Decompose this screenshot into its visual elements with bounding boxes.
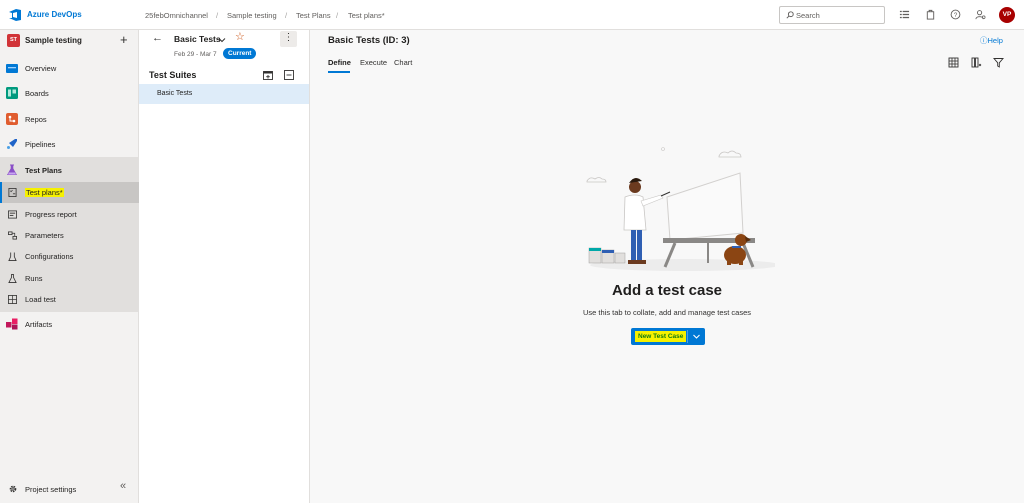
suite-label: Basic Tests bbox=[157, 90, 193, 97]
main-content: Basic Tests (ID: 3) ⓘHelp Define Execute… bbox=[310, 30, 1024, 503]
parameters-icon bbox=[8, 231, 17, 240]
project-badge: ST bbox=[7, 34, 20, 47]
test-suites-title: Test Suites bbox=[149, 70, 197, 80]
empty-state-title: Add a test case bbox=[611, 282, 723, 299]
breadcrumb-project[interactable]: Sample testing bbox=[227, 11, 277, 20]
tab-chart[interactable]: Chart bbox=[394, 58, 412, 67]
sidebar-item-label: Boards bbox=[25, 89, 49, 98]
sidebar-item-artifacts[interactable]: Artifacts bbox=[0, 314, 139, 335]
sidebar-item-label: Test Plans bbox=[25, 166, 62, 175]
user-settings-icon[interactable] bbox=[975, 9, 986, 20]
runs-icon bbox=[8, 274, 17, 283]
collapse-all-icon[interactable] bbox=[284, 70, 294, 80]
tab-execute[interactable]: Execute bbox=[360, 58, 387, 67]
project-settings-label: Project settings bbox=[25, 485, 77, 494]
active-tab-indicator bbox=[328, 71, 350, 73]
sidebar-item-boards[interactable]: Boards bbox=[0, 83, 139, 104]
test-plan-name[interactable]: Basic Tests bbox=[174, 34, 221, 44]
sidebar-item-pipelines[interactable]: Pipelines bbox=[0, 134, 139, 155]
breadcrumb-separator: / bbox=[336, 11, 339, 20]
button-divider bbox=[687, 330, 688, 343]
project-settings-row[interactable]: Project settings « bbox=[0, 477, 139, 503]
breadcrumb-test-plans[interactable]: Test Plans bbox=[296, 11, 331, 20]
collapse-sidebar-icon[interactable]: « bbox=[120, 480, 126, 492]
breadcrumb-separator: / bbox=[216, 11, 219, 20]
add-icon[interactable]: + bbox=[120, 32, 128, 47]
search-icon bbox=[786, 11, 794, 19]
test-suites-panel: ← Basic Tests ☆ ⋮ Feb 29 - Mar 7 Current… bbox=[139, 30, 310, 503]
more-actions-button[interactable]: ⋮ bbox=[280, 31, 297, 47]
azure-devops-logo-icon[interactable] bbox=[8, 8, 22, 22]
highlighted-label: Test plans* bbox=[25, 188, 64, 197]
breadcrumb-organization[interactable]: 25febOmnichannel bbox=[145, 11, 208, 20]
sidebar-item-label: Load test bbox=[25, 295, 56, 304]
sidebar-item-label: Progress report bbox=[25, 210, 77, 219]
empty-state-description: Use this tab to collate, add and manage … bbox=[582, 308, 752, 317]
user-avatar[interactable]: VP bbox=[999, 7, 1015, 23]
sidebar-item-configurations[interactable]: Configurations bbox=[0, 246, 139, 267]
gear-icon bbox=[9, 485, 17, 493]
sidebar-item-label: Runs bbox=[25, 274, 43, 283]
test-plans-list-icon bbox=[8, 188, 17, 197]
sidebar-item-label: Artifacts bbox=[25, 320, 53, 329]
search-box[interactable]: Search bbox=[779, 6, 885, 24]
page-title: Basic Tests (ID: 3) bbox=[328, 35, 410, 46]
breadcrumb-current[interactable]: Test plans* bbox=[348, 11, 385, 20]
help-label: Help bbox=[987, 36, 1003, 45]
new-suite-icon[interactable] bbox=[263, 70, 273, 80]
pipelines-icon bbox=[7, 139, 17, 149]
plan-dates: Feb 29 - Mar 7 bbox=[174, 51, 217, 58]
sidebar-item-repos[interactable]: Repos bbox=[0, 109, 139, 130]
back-arrow-icon[interactable]: ← bbox=[152, 32, 163, 44]
sidebar-group-test-plans: Test Plans Test plans* Progress report P… bbox=[0, 157, 139, 312]
help-circle-icon: ⓘ bbox=[980, 36, 988, 45]
sidebar-item-label: Test plans* bbox=[25, 188, 64, 197]
sidebar-item-label: Pipelines bbox=[25, 140, 56, 149]
brand-name[interactable]: Azure DevOps bbox=[27, 10, 82, 19]
iteration-status-badge: Current bbox=[223, 48, 257, 59]
load-test-icon bbox=[8, 295, 17, 304]
favorite-star-icon[interactable]: ☆ bbox=[235, 30, 245, 43]
chevron-down-icon[interactable] bbox=[692, 332, 701, 341]
sidebar-item-label: Overview bbox=[25, 64, 57, 73]
configurations-icon bbox=[8, 252, 17, 261]
sidebar: ST Sample testing + Overview Boards Repo… bbox=[0, 30, 139, 503]
suite-item-basic-tests[interactable]: Basic Tests bbox=[139, 84, 309, 104]
sidebar-item-test-plans-list[interactable]: Test plans* bbox=[0, 182, 139, 203]
search-placeholder: Search bbox=[796, 11, 820, 20]
sidebar-item-label: Parameters bbox=[25, 231, 64, 240]
sidebar-item-parameters[interactable]: Parameters bbox=[0, 225, 139, 246]
chevron-down-icon[interactable] bbox=[218, 36, 226, 44]
column-options-icon[interactable] bbox=[971, 57, 982, 68]
tab-define[interactable]: Define bbox=[328, 58, 351, 67]
overview-icon bbox=[6, 64, 18, 73]
top-bar: Azure DevOps 25febOmnichannel / Sample t… bbox=[0, 0, 1024, 30]
marketplace-bag-icon[interactable] bbox=[925, 9, 936, 20]
selection-indicator bbox=[0, 182, 2, 203]
sidebar-item-runs[interactable]: Runs bbox=[0, 268, 139, 289]
artifacts-icon bbox=[6, 318, 18, 330]
filter-icon[interactable] bbox=[993, 57, 1004, 68]
boards-icon bbox=[6, 87, 18, 99]
sidebar-item-load-test[interactable]: Load test bbox=[0, 289, 139, 310]
sidebar-item-test-plans[interactable]: Test Plans bbox=[0, 160, 139, 181]
sidebar-item-label: Configurations bbox=[25, 252, 74, 261]
sidebar-item-progress-report[interactable]: Progress report bbox=[0, 204, 139, 225]
new-test-case-button[interactable]: New Test Case bbox=[631, 328, 705, 345]
repos-icon bbox=[6, 113, 18, 125]
sidebar-item-label: Repos bbox=[25, 115, 47, 124]
progress-report-icon bbox=[8, 210, 17, 219]
breadcrumb-separator: / bbox=[285, 11, 288, 20]
list-settings-icon[interactable] bbox=[899, 9, 910, 20]
sidebar-item-overview[interactable]: Overview bbox=[0, 58, 139, 79]
empty-state-illustration bbox=[586, 147, 775, 271]
help-icon[interactable]: ? bbox=[950, 9, 961, 20]
help-link[interactable]: ⓘHelp bbox=[980, 35, 1003, 46]
new-test-case-label: New Test Case bbox=[635, 331, 687, 342]
test-plans-icon bbox=[7, 164, 17, 175]
project-name[interactable]: Sample testing bbox=[25, 36, 82, 45]
grid-view-icon[interactable] bbox=[948, 57, 959, 68]
svg-text:?: ? bbox=[954, 12, 958, 19]
